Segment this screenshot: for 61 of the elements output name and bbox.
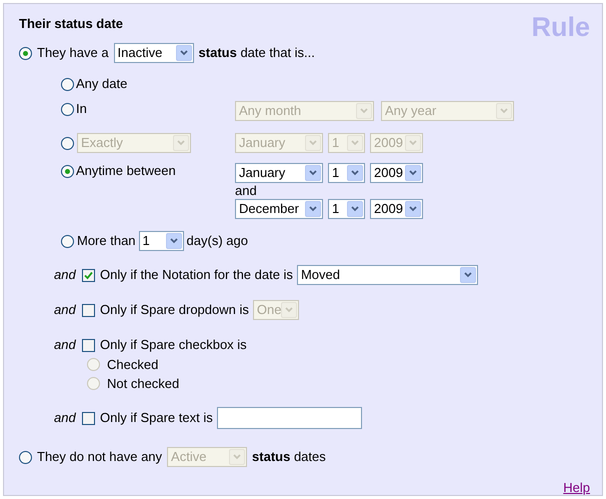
checkbox[interactable] bbox=[82, 268, 95, 282]
radio-button[interactable] bbox=[19, 450, 32, 464]
chevron-down-icon bbox=[305, 135, 321, 151]
option-label: More than bbox=[77, 232, 136, 250]
option-label: Checked bbox=[107, 356, 158, 374]
option-label: Anytime between bbox=[76, 162, 176, 180]
chevron-down-icon bbox=[281, 302, 297, 318]
radio-button[interactable] bbox=[61, 164, 74, 178]
help-link[interactable]: Help bbox=[563, 478, 590, 498]
option-label: Not checked bbox=[107, 374, 180, 393]
option-label: In bbox=[76, 100, 87, 118]
and-label: and bbox=[235, 183, 257, 199]
text-field[interactable] bbox=[216, 407, 362, 429]
chevron-down-icon bbox=[305, 201, 321, 217]
dropdown[interactable]: January bbox=[235, 163, 323, 183]
dropdown[interactable]: Inactive bbox=[114, 43, 194, 63]
chevron-down-icon bbox=[405, 135, 421, 151]
chevron-down-icon bbox=[347, 201, 363, 217]
chevron-down-icon bbox=[460, 267, 476, 283]
radio-button[interactable] bbox=[19, 46, 32, 60]
chevron-down-icon bbox=[229, 449, 246, 465]
and-label: and bbox=[54, 336, 77, 354]
radio-button[interactable] bbox=[61, 78, 74, 90]
chevron-down-icon bbox=[305, 165, 321, 181]
dropdown[interactable]: 2009 bbox=[370, 163, 423, 183]
chevron-down-icon bbox=[405, 165, 421, 181]
chevron-down-icon bbox=[347, 165, 363, 181]
section-title: Their status date bbox=[19, 15, 124, 33]
option-label: status dates bbox=[252, 448, 326, 466]
and-label: and bbox=[54, 301, 77, 320]
chevron-down-icon bbox=[166, 233, 182, 249]
option-label: They have a bbox=[37, 44, 109, 62]
condition-label: Only if Spare checkbox is bbox=[100, 336, 247, 354]
option-label: Any date bbox=[76, 75, 128, 94]
chevron-down-icon bbox=[356, 103, 372, 119]
chevron-down-icon bbox=[347, 135, 363, 151]
condition-label: Only if the Notation for the date is bbox=[100, 266, 293, 284]
option-label: day(s) ago bbox=[186, 232, 248, 250]
radio-button[interactable] bbox=[61, 136, 74, 150]
dropdown[interactable]: 1 bbox=[138, 231, 184, 251]
condition-label: Only if Spare dropdown is bbox=[100, 301, 249, 320]
checkbox[interactable] bbox=[82, 412, 95, 424]
checkmark-icon bbox=[84, 270, 93, 280]
condition-label: Only if Spare text is bbox=[100, 409, 213, 428]
option-label: status date that is... bbox=[198, 44, 315, 62]
chevron-down-icon bbox=[496, 103, 512, 119]
dropdown[interactable]: 2009 bbox=[370, 199, 423, 219]
radio-button[interactable] bbox=[61, 234, 74, 248]
radio-button[interactable] bbox=[61, 102, 74, 116]
dropdown[interactable]: 1 bbox=[328, 163, 365, 183]
chevron-down-icon bbox=[176, 45, 192, 61]
and-label: and bbox=[54, 266, 77, 284]
dropdown[interactable]: December bbox=[235, 199, 323, 219]
option-label: They do not have any bbox=[37, 448, 162, 466]
and-label: and bbox=[54, 409, 77, 428]
chevron-down-icon bbox=[173, 135, 189, 151]
dropdown[interactable]: Moved bbox=[296, 265, 478, 285]
checkbox[interactable] bbox=[82, 304, 95, 316]
dropdown[interactable]: 1 bbox=[328, 199, 365, 219]
chevron-down-icon bbox=[405, 201, 421, 217]
checkbox[interactable] bbox=[82, 338, 95, 352]
